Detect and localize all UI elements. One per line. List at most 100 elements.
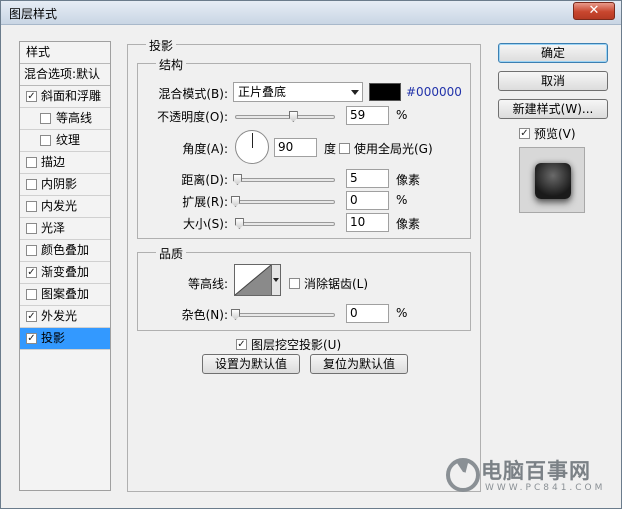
style-item[interactable]: 颜色叠加 xyxy=(20,240,110,262)
angle-unit: 度 xyxy=(324,142,337,156)
distance-label: 距离(D): xyxy=(181,173,228,187)
style-item-label: 内阴影 xyxy=(41,177,78,191)
noise-slider-handle[interactable] xyxy=(231,309,240,320)
window-title: 图层样式 xyxy=(9,7,58,21)
size-slider-handle[interactable] xyxy=(234,218,244,229)
knockout-check[interactable]: ✓ xyxy=(236,339,247,350)
watermark-icon xyxy=(446,458,480,492)
opacity-slider-handle[interactable] xyxy=(288,111,298,122)
style-items: ✓ 斜面和浮雕等高线纹理描边内阴影内发光 光泽颜色叠加 ✓ 渐变叠加图案叠加 ✓ 外发光 ✓ 投… xyxy=(20,86,110,350)
layer-style-dialog: 图层样式 ✕ 样式 混合选项:默认 ✓ 斜面和浮雕等高线纹理描边内阴影内发光 光泽颜… xyxy=(0,0,622,509)
knockout-checkbox[interactable]: ✓ 图层挖空投影(U) xyxy=(236,336,341,353)
preview-checkbox[interactable]: ✓ 预览(V) xyxy=(519,125,576,142)
style-item-checkbox[interactable] xyxy=(26,179,37,190)
noise-input[interactable]: 0 xyxy=(346,304,389,323)
opacity-input[interactable]: 59 xyxy=(346,106,389,125)
style-item-label: 投影 xyxy=(41,331,66,345)
noise-slider[interactable] xyxy=(231,309,335,320)
angle-dial[interactable] xyxy=(235,130,269,164)
size-unit: 像素 xyxy=(396,217,421,231)
ok-button[interactable]: 确定 xyxy=(498,43,608,63)
style-item-label: 纹理 xyxy=(56,133,81,147)
style-item[interactable]: 纹理 xyxy=(20,130,110,152)
style-item-checkbox[interactable] xyxy=(26,245,37,256)
global-light-label: 使用全局光(G) xyxy=(354,142,433,156)
structure-title: 结构 xyxy=(156,56,187,73)
style-item-checkbox[interactable]: ✓ xyxy=(26,311,37,322)
style-list-header[interactable]: 样式 xyxy=(20,42,110,64)
reset-default-button[interactable]: 复位为默认值 xyxy=(310,354,408,374)
chevron-down-icon xyxy=(273,278,279,282)
angle-input[interactable]: 90 xyxy=(274,138,317,157)
title-bar[interactable]: 图层样式 ✕ xyxy=(1,1,621,25)
global-light-check[interactable] xyxy=(339,143,350,154)
opacity-slider[interactable] xyxy=(235,111,335,122)
cancel-button[interactable]: 取消 xyxy=(498,71,608,91)
style-item-checkbox[interactable] xyxy=(26,201,37,212)
structure-group: 结构 混合模式(B): 正片叠底 #000000 不透明度(O): 59 % 角… xyxy=(137,56,471,239)
watermark-text: 电脑百事网 xyxy=(481,459,591,483)
style-item-checkbox[interactable]: ✓ xyxy=(26,267,37,278)
style-item[interactable]: ✓ 渐变叠加 xyxy=(20,262,110,284)
watermark-logo: 电脑百事网 WWW.PC841.COM xyxy=(441,451,619,501)
watermark-url: WWW.PC841.COM xyxy=(485,483,606,493)
spread-slider-handle[interactable] xyxy=(231,196,240,207)
style-item[interactable]: 描边 xyxy=(20,152,110,174)
style-item-label: 颜色叠加 xyxy=(41,243,90,257)
contour-picker[interactable] xyxy=(234,264,272,296)
shadow-color-hex: #000000 xyxy=(406,85,462,99)
style-list: 样式 混合选项:默认 ✓ 斜面和浮雕等高线纹理描边内阴影内发光 光泽颜色叠加 ✓ 渐变叠… xyxy=(19,41,111,491)
style-item-checkbox[interactable] xyxy=(40,113,51,124)
style-item-checkbox[interactable] xyxy=(26,157,37,168)
style-item[interactable]: 图案叠加 xyxy=(20,284,110,306)
style-item[interactable]: 光泽 xyxy=(20,218,110,240)
style-item-checkbox[interactable] xyxy=(40,135,51,146)
style-item-checkbox[interactable]: ✓ xyxy=(26,333,37,344)
spread-input[interactable]: 0 xyxy=(346,191,389,210)
preview-thumbnail xyxy=(535,163,571,199)
style-item[interactable]: ✓ 斜面和浮雕 xyxy=(20,86,110,108)
quality-group: 品质 等高线: 消除锯齿(L) 杂色(N): 0 % xyxy=(137,245,471,331)
style-item-checkbox[interactable] xyxy=(26,289,37,300)
style-item-label: 外发光 xyxy=(41,309,78,323)
distance-slider-handle[interactable] xyxy=(232,174,242,185)
preview-check[interactable]: ✓ xyxy=(519,128,530,139)
antialias-checkbox[interactable]: 消除锯齿(L) xyxy=(289,275,368,292)
style-item-checkbox[interactable] xyxy=(26,223,37,234)
angle-dial-needle xyxy=(252,133,253,148)
opacity-label: 不透明度(O): xyxy=(157,110,228,124)
size-slider[interactable] xyxy=(234,218,335,229)
shadow-color-swatch[interactable] xyxy=(369,83,401,101)
spread-label: 扩展(R): xyxy=(182,195,228,209)
noise-unit: % xyxy=(396,306,408,320)
spread-slider[interactable] xyxy=(231,196,335,207)
close-button[interactable]: ✕ xyxy=(573,2,615,20)
style-item[interactable]: ✓ 外发光 xyxy=(20,306,110,328)
preview-label: 预览(V) xyxy=(534,127,576,141)
style-item-checkbox[interactable]: ✓ xyxy=(26,91,37,102)
style-item-label: 等高线 xyxy=(56,111,93,125)
make-default-button[interactable]: 设置为默认值 xyxy=(202,354,300,374)
blend-mode-label: 混合模式(B): xyxy=(158,87,228,101)
style-item-label: 渐变叠加 xyxy=(41,265,90,279)
new-style-button[interactable]: 新建样式(W)... xyxy=(498,99,608,119)
distance-input[interactable]: 5 xyxy=(346,169,389,188)
knockout-label: 图层挖空投影(U) xyxy=(251,338,342,352)
opacity-unit: % xyxy=(396,108,408,122)
contour-curve-icon xyxy=(234,264,272,296)
style-item[interactable]: ✓ 投影 xyxy=(20,328,110,350)
style-item[interactable]: 内阴影 xyxy=(20,174,110,196)
style-item[interactable]: 等高线 xyxy=(20,108,110,130)
style-item-label: 斜面和浮雕 xyxy=(41,89,102,103)
blend-options-item[interactable]: 混合选项:默认 xyxy=(20,64,110,86)
distance-unit: 像素 xyxy=(396,173,421,187)
global-light-checkbox[interactable]: 使用全局光(G) xyxy=(339,140,433,157)
size-input[interactable]: 10 xyxy=(346,213,389,232)
quality-title: 品质 xyxy=(156,245,187,262)
blend-mode-select[interactable]: 正片叠底 xyxy=(233,82,363,102)
spread-unit: % xyxy=(396,193,408,207)
contour-dropdown[interactable] xyxy=(272,264,281,296)
style-item[interactable]: 内发光 xyxy=(20,196,110,218)
distance-slider[interactable] xyxy=(232,174,335,185)
antialias-check[interactable] xyxy=(289,278,300,289)
